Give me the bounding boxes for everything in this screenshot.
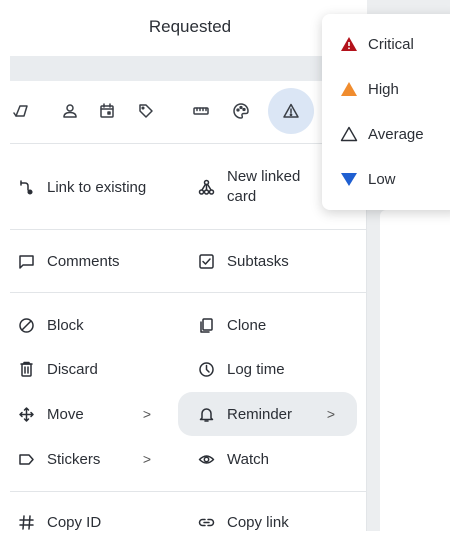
reminder-button[interactable]: Reminder > <box>178 392 357 436</box>
stickers-button[interactable]: Stickers > <box>15 439 165 479</box>
discard-button[interactable]: Discard <box>15 349 175 389</box>
subtasks-button[interactable]: Subtasks <box>195 241 345 281</box>
bell-icon <box>195 403 217 425</box>
reminder-label: Reminder <box>227 405 293 423</box>
chain-link-icon <box>195 511 217 533</box>
high-triangle-icon <box>341 82 357 96</box>
discard-label: Discard <box>47 360 98 378</box>
divider <box>10 143 367 144</box>
watch-button[interactable]: Watch <box>195 439 345 479</box>
link-to-existing-label: Link to existing <box>47 178 147 196</box>
stickers-label: Stickers <box>47 450 101 468</box>
priority-dropdown: Critical High Average Low <box>322 14 450 210</box>
priority-option-label: Average <box>368 125 424 143</box>
comment-icon <box>15 250 37 272</box>
priority-option-critical[interactable]: Critical <box>340 32 414 56</box>
checkbox-icon <box>195 250 217 272</box>
priority-option-high[interactable]: High <box>340 77 399 101</box>
copy-id-label: Copy ID <box>47 513 102 531</box>
low-triangle-down-icon <box>341 173 357 186</box>
move-label: Move <box>47 405 84 423</box>
copy-link-button[interactable]: Copy link <box>195 502 345 542</box>
new-linked-card-button[interactable]: New linked card <box>195 165 315 209</box>
comments-button[interactable]: Comments <box>15 241 175 281</box>
chevron-right-icon: > <box>142 451 151 467</box>
priority-option-average[interactable]: Average <box>340 122 424 146</box>
subtasks-label: Subtasks <box>227 252 289 270</box>
move-button[interactable]: Move > <box>15 394 165 434</box>
block-button[interactable]: Block <box>15 305 175 345</box>
divider <box>10 229 367 230</box>
clock-icon <box>195 358 217 380</box>
watch-label: Watch <box>227 450 269 468</box>
priority-option-label: High <box>368 80 399 98</box>
comments-label: Comments <box>47 252 120 270</box>
priority-warning-icon[interactable] <box>275 95 307 127</box>
tag-icon[interactable] <box>130 95 162 127</box>
copy-id-button[interactable]: Copy ID <box>15 502 175 542</box>
trash-icon <box>15 358 37 380</box>
user-icon[interactable] <box>54 95 86 127</box>
ruler-icon[interactable] <box>185 95 217 127</box>
resize-icon[interactable] <box>6 95 38 127</box>
critical-triangle-icon <box>341 37 357 51</box>
log-time-button[interactable]: Log time <box>195 349 345 389</box>
chevron-right-icon: > <box>142 406 151 422</box>
log-time-label: Log time <box>227 360 285 378</box>
priority-option-label: Critical <box>368 35 414 53</box>
move-arrows-icon <box>15 403 37 425</box>
clone-button[interactable]: Clone <box>195 305 345 345</box>
block-icon <box>15 314 37 336</box>
clone-icon <box>195 314 217 336</box>
block-label: Block <box>47 316 84 334</box>
divider <box>10 491 367 492</box>
link-icon <box>15 176 37 198</box>
board-column <box>380 210 450 531</box>
priority-option-low[interactable]: Low <box>340 167 396 191</box>
header-strip <box>10 56 367 81</box>
clone-label: Clone <box>227 316 267 334</box>
eye-icon <box>195 448 217 470</box>
priority-option-label: Low <box>368 170 396 188</box>
copy-link-label: Copy link <box>227 513 289 531</box>
hash-icon <box>15 511 37 533</box>
link-to-existing-button[interactable]: Link to existing <box>15 167 175 207</box>
chevron-right-icon: > <box>326 406 335 422</box>
linked-nodes-icon <box>195 176 217 198</box>
divider <box>10 292 367 293</box>
new-linked-card-label: New linked card <box>227 168 301 205</box>
sticker-tag-icon <box>15 448 37 470</box>
calendar-icon[interactable] <box>91 95 123 127</box>
palette-icon[interactable] <box>225 95 257 127</box>
average-triangle-icon <box>340 126 358 142</box>
